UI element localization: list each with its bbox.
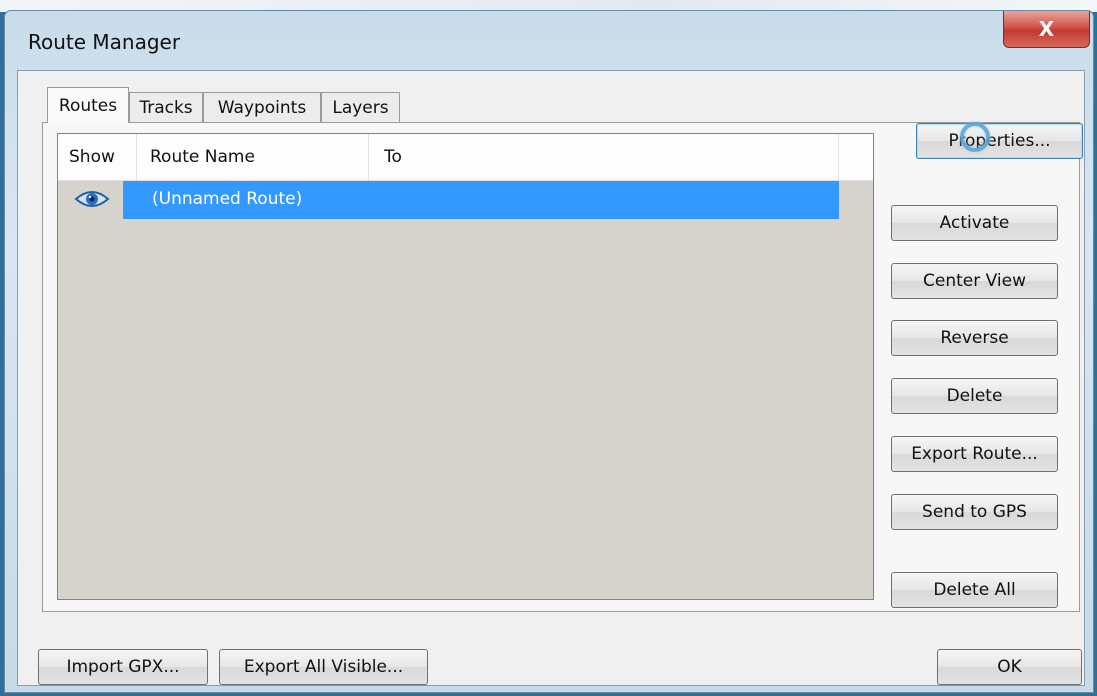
close-icon: X [1038,17,1055,41]
route-manager-dialog: Route Manager X Routes Tracks Waypoints … [4,10,1094,693]
close-button[interactable]: X [1003,11,1090,48]
send-to-gps-button[interactable]: Send to GPS [891,494,1058,530]
import-gpx-button-label: Import GPX... [66,657,180,677]
list-header: Show Route Name To [58,134,873,181]
export-all-visible-button-label: Export All Visible... [243,657,404,677]
delete-all-button[interactable]: Delete All [891,572,1058,608]
properties-button[interactable]: Properties... [916,123,1083,159]
delete-all-button-label: Delete All [933,580,1016,600]
routes-tab-panel: Show Route Name To (Unnamed Route) Prope… [42,122,1083,612]
column-show-label: Show [69,147,115,167]
routes-list[interactable]: Show Route Name To (Unnamed Route) [57,133,874,600]
column-header-show[interactable]: Show [58,134,137,180]
tab-routes[interactable]: Routes [47,87,129,123]
eye-icon[interactable] [74,188,110,210]
ok-button[interactable]: OK [937,649,1082,685]
export-all-visible-button[interactable]: Export All Visible... [219,649,428,685]
reverse-button-label: Reverse [940,328,1009,348]
tab-waypoints-label: Waypoints [217,97,307,118]
route-name-cell: (Unnamed Route) [152,189,303,209]
title-bar[interactable]: Route Manager X [5,11,1093,69]
tab-layers[interactable]: Layers [321,92,400,122]
reverse-button[interactable]: Reverse [891,320,1058,356]
import-gpx-button[interactable]: Import GPX... [38,649,208,685]
ok-button-label: OK [997,657,1022,677]
delete-button-label: Delete [946,386,1003,406]
tab-tracks[interactable]: Tracks [129,92,203,122]
tab-routes-label: Routes [58,95,118,116]
center-view-button-label: Center View [923,271,1026,291]
send-to-gps-button-label: Send to GPS [922,502,1027,522]
column-header-route-name[interactable]: Route Name [137,134,369,180]
activate-button[interactable]: Activate [891,205,1058,241]
tab-tracks-label: Tracks [139,97,193,118]
tab-waypoints[interactable]: Waypoints [203,92,321,122]
dialog-client-area: Routes Tracks Waypoints Layers Show Rout… [17,70,1085,686]
column-header-to[interactable]: To [369,134,839,180]
table-row[interactable]: (Unnamed Route) [58,181,839,219]
export-route-button[interactable]: Export Route... [891,436,1058,472]
delete-button[interactable]: Delete [891,378,1058,414]
column-route-name-label: Route Name [150,147,255,167]
busy-cursor-icon [960,122,990,152]
center-view-button[interactable]: Center View [891,263,1058,299]
tab-layers-label: Layers [332,97,389,118]
activate-button-label: Activate [939,213,1010,233]
window-title: Route Manager [28,30,181,54]
export-route-button-label: Export Route... [911,444,1038,464]
column-to-label: To [384,147,402,167]
